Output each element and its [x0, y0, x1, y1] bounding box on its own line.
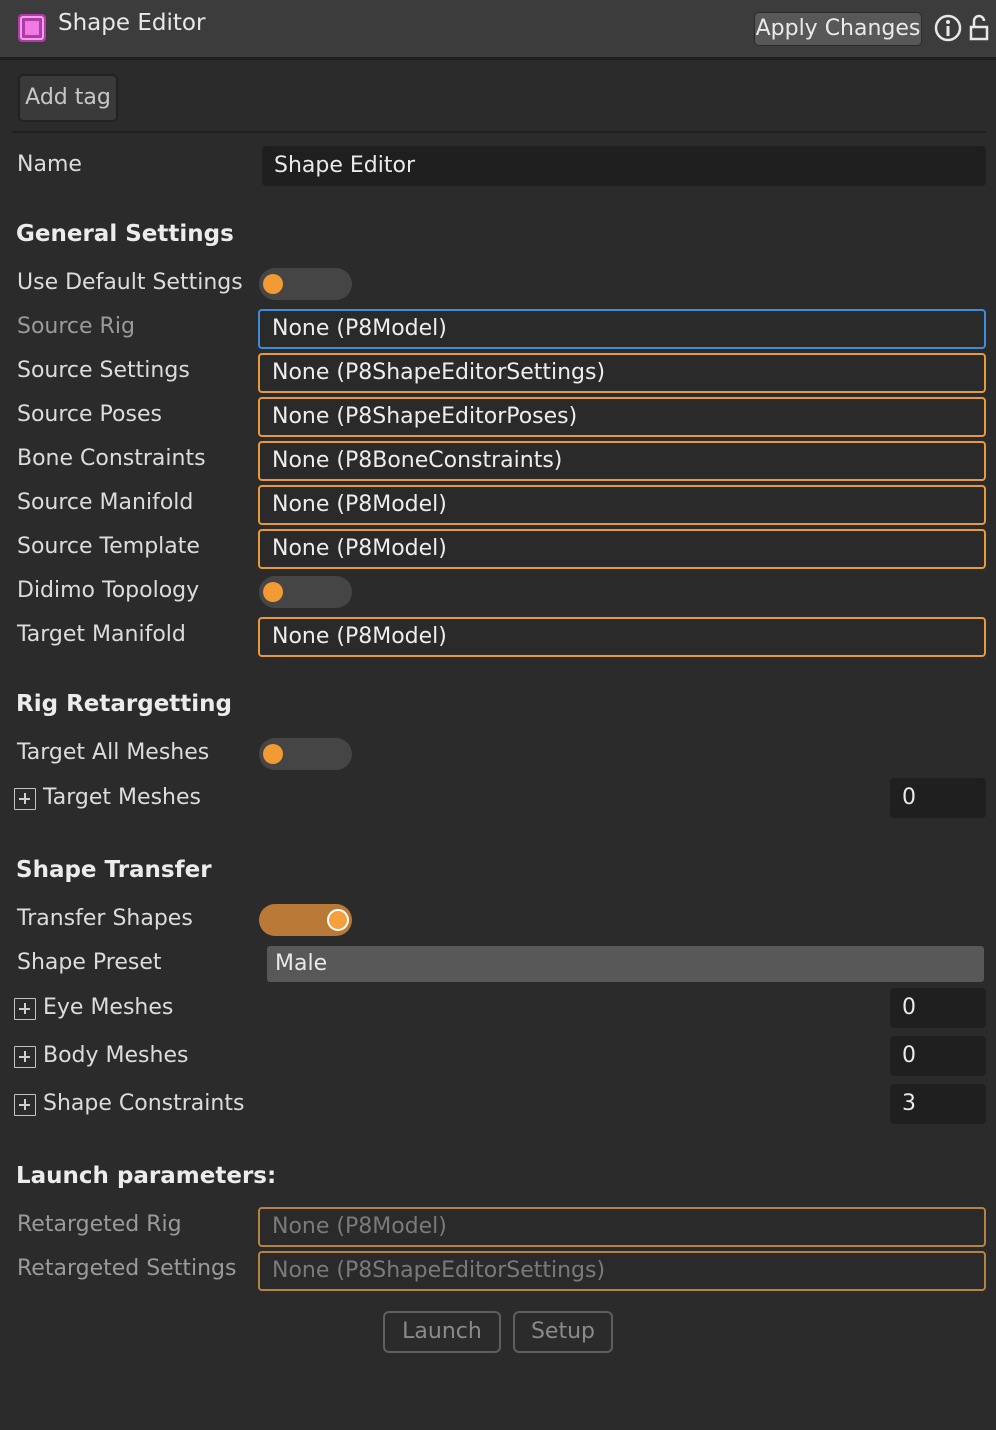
source-manifold-label: Source Manifold [17, 490, 194, 515]
plus-box-icon[interactable] [14, 998, 36, 1020]
source-rig-label: Source Rig [17, 314, 135, 339]
retargeted-rig-label: Retargeted Rig [17, 1212, 182, 1237]
component-title: Shape Editor [58, 10, 206, 36]
divider [12, 131, 986, 133]
shape-preset-dropdown[interactable]: Male [267, 946, 984, 982]
target-manifold-label: Target Manifold [17, 622, 186, 647]
shape-constraints-label[interactable]: Shape Constraints [43, 1091, 244, 1116]
inspector-header: Shape Editor Apply Changes [0, 0, 996, 60]
shape-constraints-count[interactable]: 3 [890, 1084, 986, 1124]
source-poses-label: Source Poses [17, 402, 162, 427]
retargeted-settings-field: None (P8ShapeEditorSettings) [258, 1251, 986, 1291]
source-settings-field[interactable]: None (P8ShapeEditorSettings) [258, 353, 986, 393]
didimo-topology-label: Didimo Topology [17, 578, 200, 603]
name-label: Name [17, 152, 82, 177]
target-all-meshes-label: Target All Meshes [17, 740, 210, 765]
target-meshes-count[interactable]: 0 [890, 778, 986, 818]
source-poses-field[interactable]: None (P8ShapeEditorPoses) [258, 397, 986, 437]
name-input[interactable]: Shape Editor [262, 146, 986, 186]
plus-box-icon[interactable] [14, 1094, 36, 1116]
body-meshes-label[interactable]: Body Meshes [43, 1043, 188, 1068]
toggle-knob [263, 744, 283, 764]
target-all-meshes-toggle[interactable] [259, 738, 352, 770]
toggle-knob [327, 909, 349, 931]
apply-changes-button[interactable]: Apply Changes [754, 12, 922, 46]
bone-constraints-field[interactable]: None (P8BoneConstraints) [258, 441, 986, 481]
plus-box-icon[interactable] [14, 1046, 36, 1068]
launch-parameters-heading: Launch parameters: [16, 1163, 277, 1189]
eye-meshes-count[interactable]: 0 [890, 988, 986, 1028]
toggle-knob [263, 582, 283, 602]
info-icon[interactable] [934, 14, 962, 42]
toggle-knob [263, 274, 283, 294]
rig-retargetting-heading: Rig Retargetting [16, 691, 233, 717]
shape-editor-icon [18, 14, 46, 42]
retargeted-settings-label: Retargeted Settings [17, 1256, 237, 1281]
use-default-settings-toggle[interactable] [259, 268, 352, 300]
source-manifold-field[interactable]: None (P8Model) [258, 485, 986, 525]
transfer-shapes-label: Transfer Shapes [17, 906, 193, 931]
general-settings-heading: General Settings [16, 221, 234, 247]
add-tag-button[interactable]: Add tag [18, 74, 118, 122]
launch-button[interactable]: Launch [383, 1311, 501, 1353]
use-default-settings-label: Use Default Settings [17, 270, 243, 295]
bone-constraints-label: Bone Constraints [17, 446, 206, 471]
target-meshes-label[interactable]: Target Meshes [43, 785, 201, 810]
retargeted-rig-field: None (P8Model) [258, 1207, 986, 1247]
shape-preset-label: Shape Preset [17, 950, 162, 975]
setup-button[interactable]: Setup [513, 1311, 613, 1353]
source-template-label: Source Template [17, 534, 200, 559]
target-manifold-field[interactable]: None (P8Model) [258, 617, 986, 657]
body-meshes-count[interactable]: 0 [890, 1036, 986, 1076]
plus-box-icon[interactable] [14, 788, 36, 810]
source-rig-field[interactable]: None (P8Model) [258, 309, 986, 349]
source-settings-label: Source Settings [17, 358, 190, 383]
source-template-field[interactable]: None (P8Model) [258, 529, 986, 569]
transfer-shapes-toggle[interactable] [259, 904, 352, 936]
lock-icon[interactable] [968, 14, 990, 42]
didimo-topology-toggle[interactable] [259, 576, 352, 608]
eye-meshes-label[interactable]: Eye Meshes [43, 995, 173, 1020]
shape-transfer-heading: Shape Transfer [16, 857, 212, 883]
